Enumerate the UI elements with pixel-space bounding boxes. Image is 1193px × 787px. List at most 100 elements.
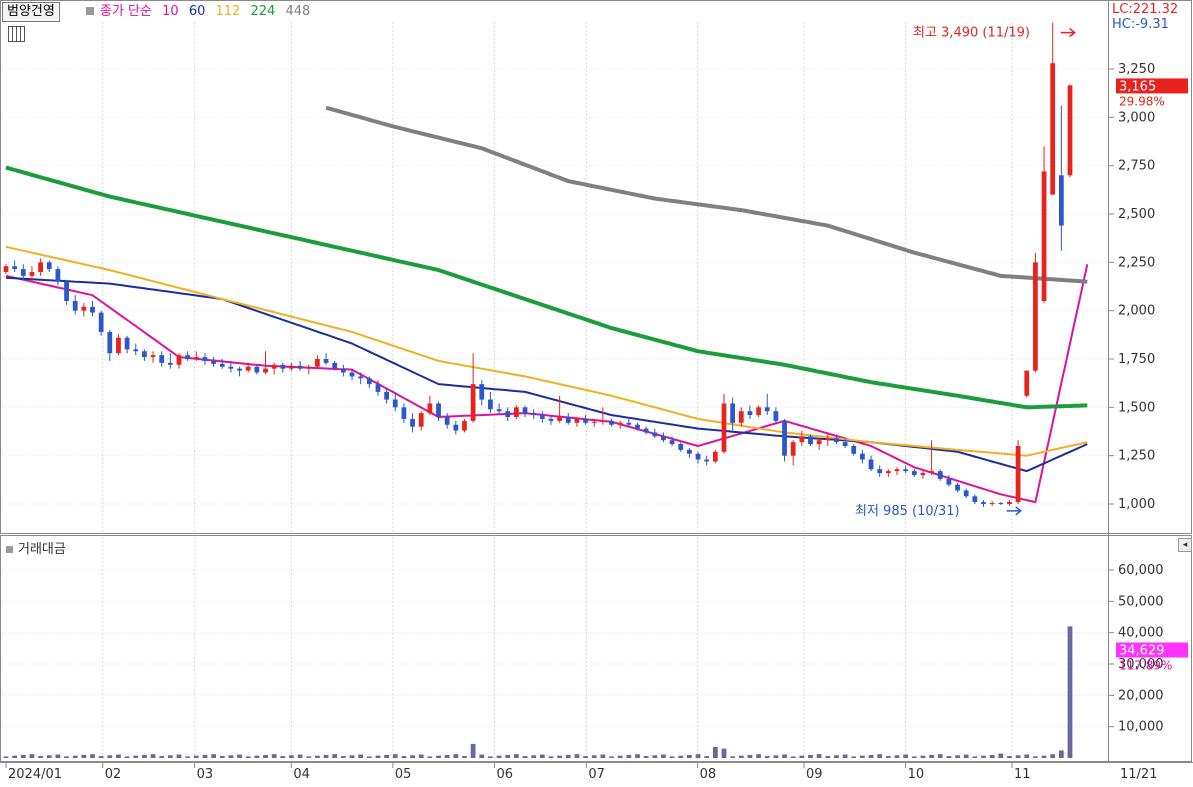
volume-bar	[72, 755, 78, 758]
ma-period-448: 448	[285, 4, 311, 19]
candle-body	[756, 407, 761, 416]
candle-body	[600, 420, 606, 422]
volume-bar	[245, 756, 251, 758]
candle-body	[911, 471, 917, 475]
ma-line-10	[5, 264, 1089, 504]
volume-bar	[280, 756, 286, 758]
x-tick-label: 05	[395, 767, 412, 782]
volume-bar	[539, 754, 545, 758]
candle-body	[254, 366, 260, 373]
volume-bar	[816, 754, 822, 758]
candle-body	[245, 366, 251, 371]
candle-body	[998, 503, 1004, 505]
ma-line-448	[325, 105, 1088, 284]
candle-body	[427, 403, 433, 414]
volume-bar	[877, 754, 883, 758]
volume-bar	[790, 756, 796, 758]
candle-body	[306, 366, 312, 369]
x-tick-label: 07	[588, 767, 605, 782]
volume-bar	[219, 756, 225, 758]
ma-period-224: 224	[250, 4, 276, 19]
candle-body	[90, 306, 95, 313]
volume-bar	[289, 755, 294, 758]
volume-bar	[635, 754, 640, 758]
volume-bar	[860, 755, 865, 758]
volume-bar	[167, 755, 173, 758]
candle-body	[193, 357, 199, 359]
volume-bar	[894, 755, 900, 758]
price-tick-label: 1,000	[1118, 497, 1155, 512]
candle-body	[505, 411, 511, 417]
candle-body	[124, 337, 130, 350]
volume-bar	[124, 756, 130, 758]
candle-body	[531, 413, 537, 416]
volume-bar	[531, 755, 537, 758]
legend-box-icon	[86, 7, 94, 15]
volume-bar	[410, 755, 415, 758]
volume-bar	[825, 756, 831, 758]
volume-panel-title[interactable]: 거래대금	[6, 538, 66, 557]
candle-body	[479, 384, 485, 400]
candle-body	[721, 403, 727, 452]
volume-bar	[937, 754, 943, 758]
volume-bar	[211, 754, 216, 758]
volume-bar	[548, 756, 554, 758]
volume-bar	[306, 756, 312, 758]
candle-body	[738, 411, 744, 423]
candle-body	[730, 403, 736, 423]
volume-bar	[834, 755, 839, 758]
volume-bar	[920, 755, 926, 758]
candle-body	[219, 363, 225, 367]
candle-body	[937, 471, 943, 479]
panel-options-icon[interactable]: ◂	[1178, 538, 1192, 552]
volume-bar	[202, 754, 208, 758]
volume-bar	[669, 756, 675, 758]
volume-bar	[600, 754, 606, 758]
volume-bar	[643, 756, 649, 758]
x-tick-label-current: 11/21	[1120, 767, 1157, 782]
candle-body	[652, 432, 658, 437]
volume-bar	[738, 755, 744, 758]
volume-bar	[20, 754, 26, 758]
volume-bar	[384, 754, 389, 758]
volume-bar	[38, 756, 43, 758]
candle-body	[609, 420, 614, 425]
candle-body	[263, 368, 268, 373]
candle-body	[972, 496, 978, 503]
volume-tick-label: 10,000	[1118, 720, 1164, 735]
volume-bar	[989, 754, 995, 758]
candle-body	[38, 262, 43, 272]
ma-legend[interactable]: 종가 단순 10 60 112 224 448	[86, 3, 316, 21]
candle-body	[920, 473, 926, 475]
volume-bar	[116, 754, 121, 758]
candle-body	[661, 436, 666, 441]
volume-bar	[323, 754, 329, 758]
ma-line-224	[5, 165, 1088, 410]
volume-bar	[721, 748, 727, 758]
candle-body	[315, 359, 320, 367]
chart-canvas: 2024/01 02 03 04 05 06 07 08 09 10 11 11/21 1,000 1,2…	[0, 0, 1193, 787]
volume-bar	[159, 756, 165, 758]
volume-bar	[972, 756, 978, 758]
volume-bar	[12, 755, 18, 758]
candle-body	[3, 266, 9, 272]
candle-body	[565, 417, 571, 423]
volume-panel-frame	[0, 535, 1192, 762]
volume-bar	[955, 755, 960, 758]
grid-table-icon[interactable]	[8, 26, 25, 42]
stock-name[interactable]: 범양건영	[2, 2, 60, 22]
volume-bar	[678, 755, 684, 758]
candle-body	[366, 378, 372, 385]
volume-bar	[64, 756, 69, 758]
volume-bar	[358, 754, 364, 758]
volume-bar	[617, 755, 623, 758]
volume-tick-label: 40,000	[1118, 626, 1164, 641]
candle-body	[116, 337, 121, 354]
volume-bar	[107, 755, 113, 758]
volume-bar	[1058, 750, 1064, 758]
volume-bar	[712, 747, 718, 758]
candle-body	[297, 365, 303, 369]
volume-bar	[513, 754, 519, 758]
candle-body	[228, 366, 234, 369]
candle-body	[237, 368, 242, 371]
